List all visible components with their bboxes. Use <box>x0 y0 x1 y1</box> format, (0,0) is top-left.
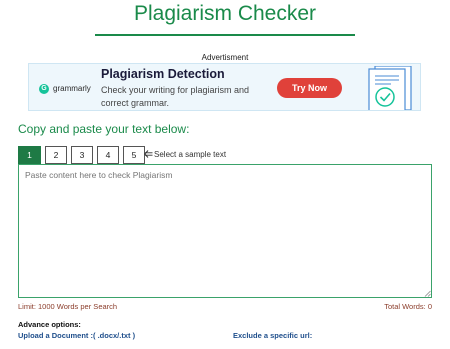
sample-tabs: 1 2 3 4 5 <box>18 146 145 164</box>
document-check-icon <box>368 66 412 110</box>
resize-handle-icon[interactable] <box>424 290 431 297</box>
section-heading: Copy and paste your text below: <box>18 122 190 136</box>
ad-headline: Plagiarism Detection <box>101 67 225 81</box>
sample-hint: Select a sample text <box>154 150 227 159</box>
sample-tab-1[interactable]: 1 <box>18 146 41 164</box>
ad-body-text: Check your writing for plagiarism and co… <box>101 85 250 108</box>
upload-document-link[interactable]: Upload a Document :( .docx/.txt ) <box>18 331 135 340</box>
try-now-button[interactable]: Try Now <box>277 78 342 98</box>
advance-options-label: Advance options: <box>18 320 81 329</box>
page-title: Plagiarism Checker <box>133 2 317 25</box>
sample-tab-5[interactable]: 5 <box>123 146 145 164</box>
ad-caption: Advertisment <box>201 53 249 62</box>
sample-tab-3[interactable]: 3 <box>71 146 93 164</box>
exclude-url-link[interactable]: Exclude a specific url: <box>233 331 312 340</box>
ad-banner[interactable]: G grammarly Plagiarism Detection Check y… <box>28 63 421 111</box>
content-input[interactable] <box>18 164 432 298</box>
title-divider <box>95 34 355 36</box>
word-limit-text: Limit: 1000 Words per Search <box>18 302 118 311</box>
sample-tab-2[interactable]: 2 <box>45 146 67 164</box>
sample-tab-4[interactable]: 4 <box>97 146 119 164</box>
total-words-counter: Total Words: 0 <box>384 302 432 311</box>
grammarly-logo-icon: G <box>39 84 49 94</box>
ad-brand-name: grammarly <box>53 84 91 93</box>
